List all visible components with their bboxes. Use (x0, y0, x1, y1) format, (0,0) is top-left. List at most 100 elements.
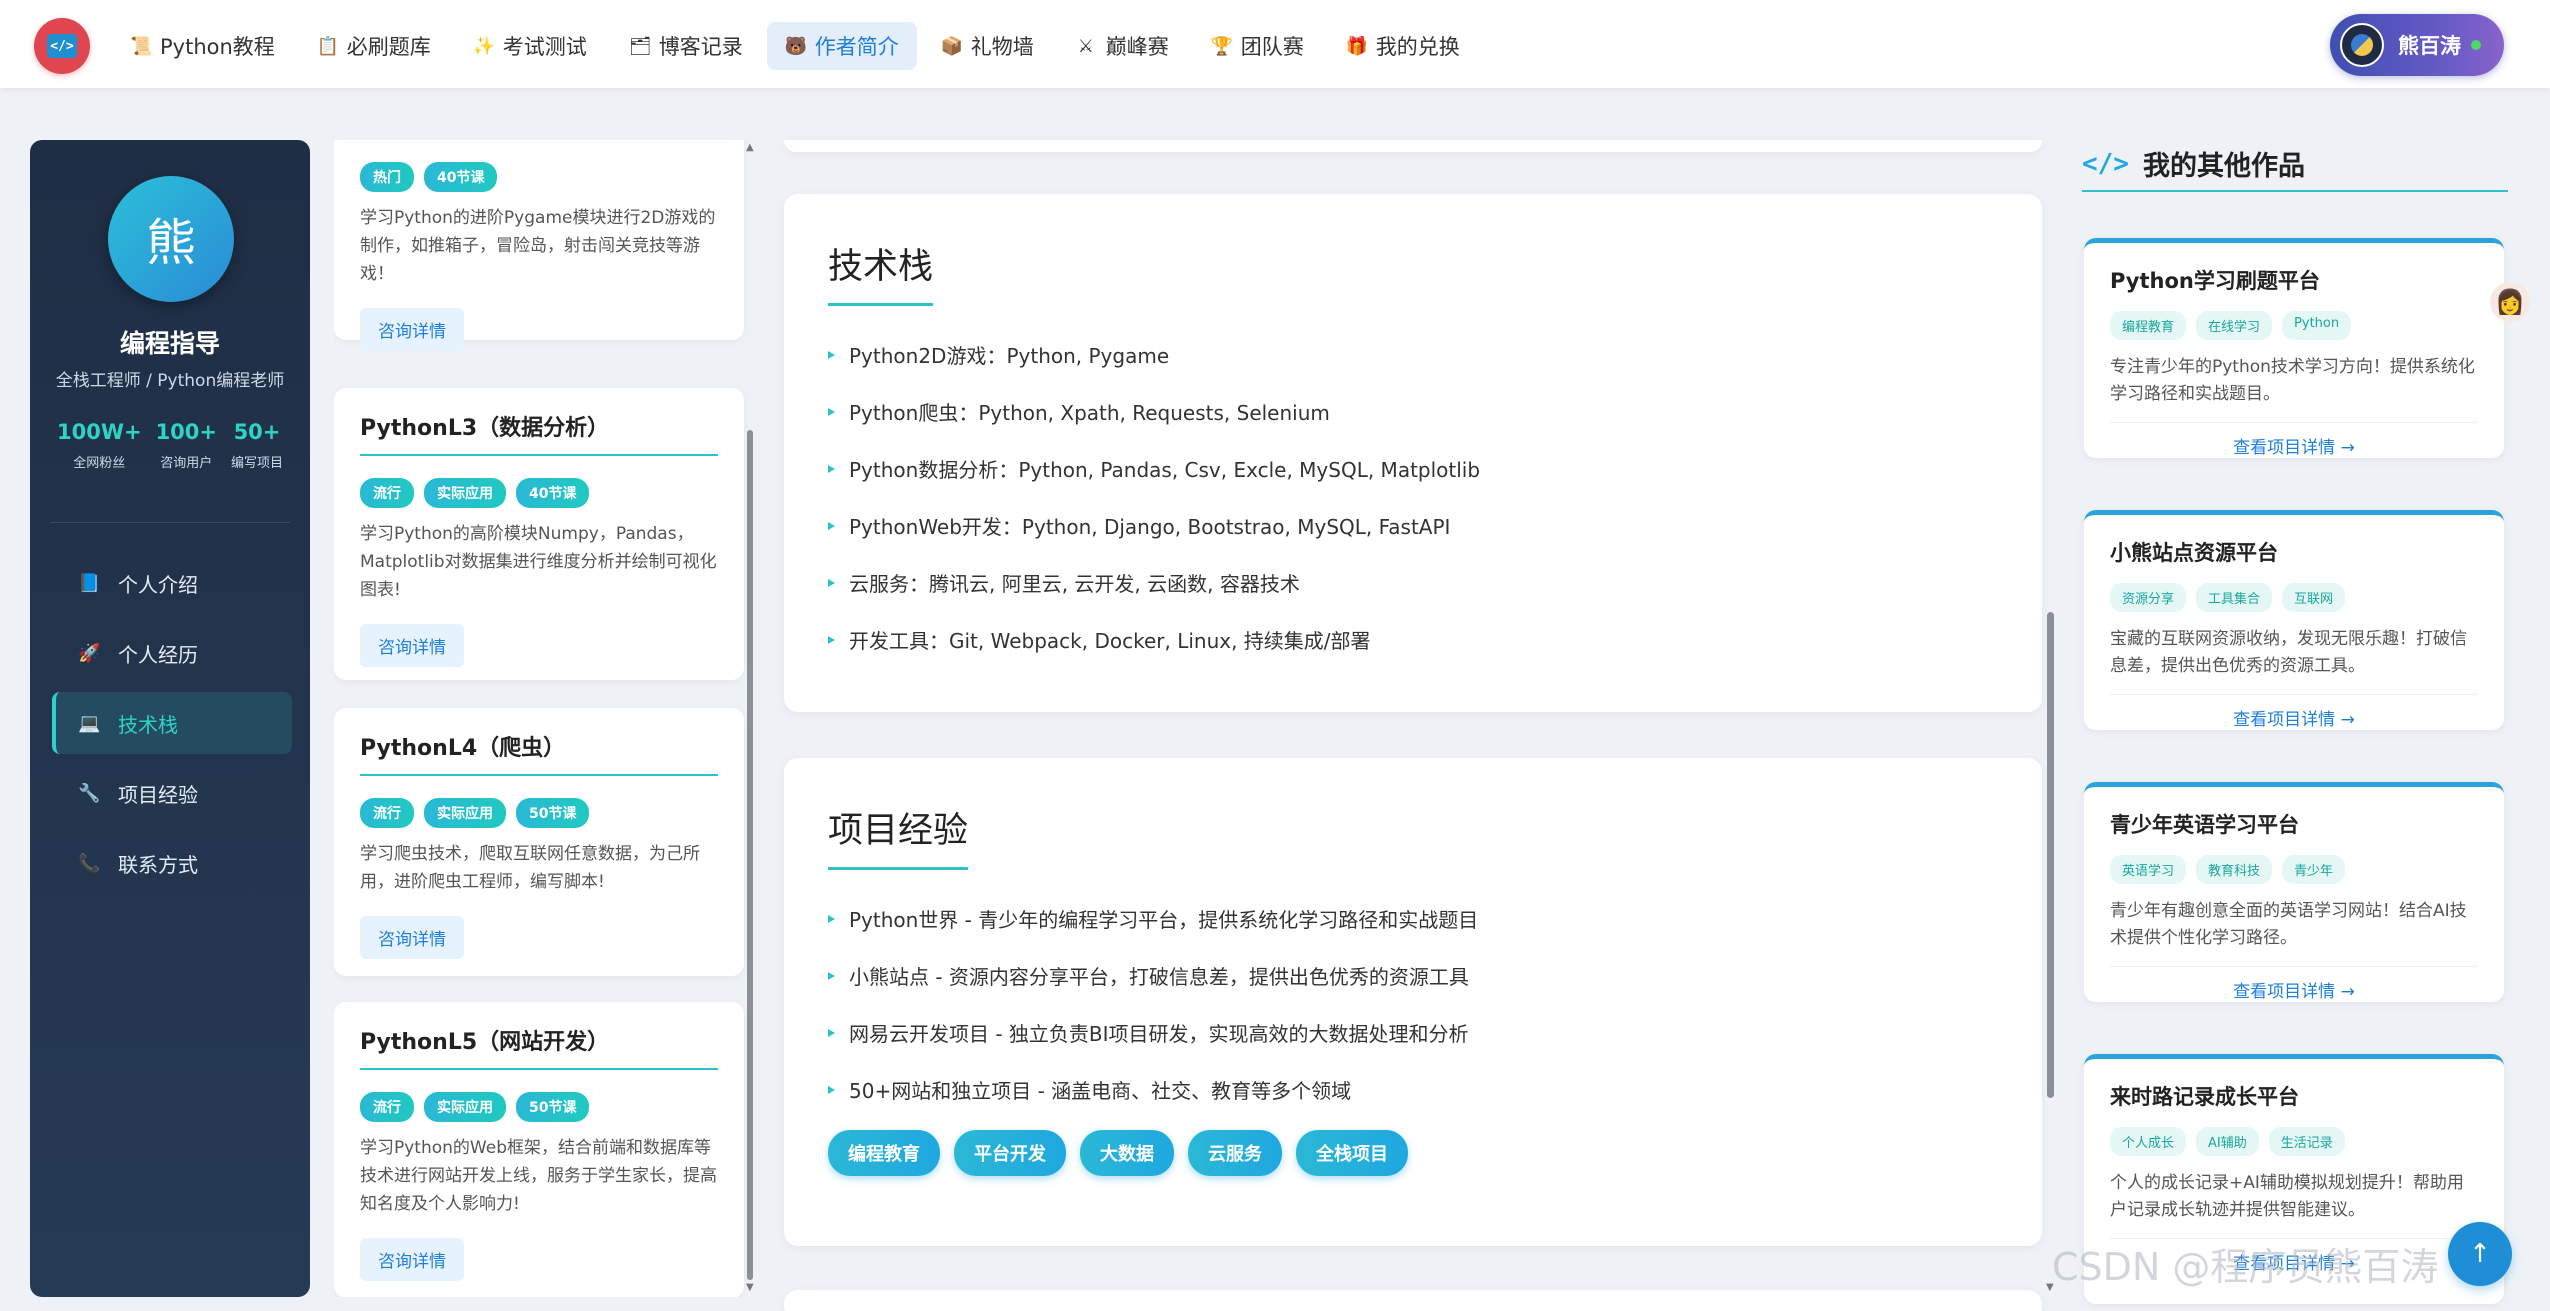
site-logo[interactable]: </> (34, 18, 90, 74)
nav-item-label: 作者简介 (814, 35, 899, 59)
divider (2110, 422, 2478, 423)
sidebar-item-experience[interactable]: 🚀 个人经历 (52, 622, 292, 684)
work-desc: 青少年有趣创意全面的英语学习网站！结合AI技术提供个性化学习路径。 (2110, 901, 2467, 948)
list-item: 网易云开发项目 - 独立负责BI项目研发，实现高效的大数据处理和分析 (828, 1004, 2042, 1061)
bullet-icon (828, 350, 835, 359)
tag: 全栈项目 (1296, 1130, 1408, 1176)
scroll-down-icon[interactable]: ▼ (746, 1282, 754, 1293)
swords-icon: ⚔ (1077, 35, 1094, 57)
csdn-watermark: CSDN @程序员熊百涛 (2052, 1245, 2439, 1289)
nav-item-gift-wall[interactable]: 📦 礼物墙 (923, 22, 1052, 70)
section-title: 项目经验 (828, 802, 969, 870)
work-title: 来时路记录成长平台 (2110, 1085, 2299, 1109)
consult-button[interactable]: 咨询详情 (360, 308, 464, 351)
nav-item-label: 我的兑换 (1375, 35, 1460, 59)
sidebar-item-label: 项目经验 (118, 782, 198, 807)
tag: 工具集合 (2196, 583, 2273, 612)
tag: 50节课 (516, 1092, 590, 1122)
course-scrollbar[interactable] (747, 430, 753, 1280)
user-profile-chip[interactable]: 熊百涛 (2330, 14, 2504, 76)
project-experience-card: 项目经验 Python世界 - 青少年的编程学习平台，提供系统化学习路径和实战题… (784, 758, 2042, 1246)
sparkle-icon: ✨ (472, 35, 496, 57)
sidebar-item-intro[interactable]: 📘 个人介绍 (52, 552, 292, 614)
course-card: PythonL4（爬虫） 流行 实际应用 50节课 学习爬虫技术，爬取互联网任意… (334, 708, 744, 976)
tag: 青少年 (2282, 855, 2346, 884)
python-icon (2351, 34, 2373, 56)
divider (2110, 966, 2478, 967)
nav-item-question-bank[interactable]: 📋 必刷题库 (299, 22, 449, 70)
list-item-text: Python2D游戏：Python, Pygame (849, 344, 1170, 368)
nav-item-label: 必刷题库 (346, 35, 431, 59)
scroll-up-icon[interactable]: ▲ (746, 142, 754, 153)
profile-title: 全栈工程师 / Python编程老师 (55, 371, 285, 391)
section-title: 技术栈 (828, 238, 934, 306)
nav-item-author[interactable]: 🐻 作者简介 (766, 22, 917, 70)
nav-item-blog[interactable]: 🗂 博客记录 (611, 22, 761, 70)
gift-icon: 🎁 (1345, 35, 1369, 57)
tag: 大数据 (1080, 1130, 1174, 1176)
view-project-link[interactable]: 查看项目详情 → (2110, 977, 2478, 1002)
sidebar-item-label: 个人经历 (118, 642, 198, 667)
project-tags: 编程教育 平台开发 大数据 云服务 全栈项目 (828, 1130, 2042, 1176)
tag: 英语学习 (2110, 855, 2187, 884)
nav-item-label: Python教程 (160, 35, 275, 59)
tag: 流行 (360, 478, 414, 508)
list-item-text: PythonWeb开发：Python, Django, Bootstrao, M… (849, 515, 1451, 539)
tag: 40节课 (424, 162, 498, 192)
stat-projects: 50+ 编写项目 (231, 420, 283, 471)
code-icon: </> (2082, 148, 2129, 179)
consult-button[interactable]: 咨询详情 (360, 916, 464, 959)
rocket-icon: 🚀 (78, 642, 101, 664)
list-item-text: Python爬虫：Python, Xpath, Requests, Seleni… (849, 401, 1330, 425)
sidebar-item-projects[interactable]: 🔧 项目经验 (52, 762, 292, 824)
list-item: Python数据分析：Python, Pandas, Csv, Excle, M… (828, 440, 2042, 497)
nav-menu: 📜 Python教程 📋 必刷题库 ✨ 考试测试 🗂 博客记录 🐻 作者简介 📦 礼物墙 ⚔… (112, 22, 1478, 70)
list-item: Python2D游戏：Python, Pygame (828, 326, 2042, 383)
tag: 在线学习 (2196, 311, 2273, 340)
work-title: 青少年英语学习平台 (2110, 813, 2299, 837)
tag: 实际应用 (424, 1092, 506, 1122)
stat-users: 100+ 咨询用户 (156, 420, 217, 471)
view-project-link[interactable]: 查看项目详情 → (2110, 433, 2478, 458)
tag: 互联网 (2282, 583, 2346, 612)
consult-button[interactable]: 咨询详情 (360, 624, 464, 667)
consult-button[interactable]: 咨询详情 (360, 1238, 464, 1281)
profile-name: 编程指导 (119, 329, 220, 358)
sidebar-item-contact[interactable]: 📞 联系方式 (52, 832, 292, 894)
list-item: 小熊站点 - 资源内容分享平台，打破信息差，提供出色优秀的资源工具 (828, 947, 2042, 1004)
work-tags: 个人成长 AI辅助 生活记录 (2110, 1127, 2478, 1156)
work-desc: 专注青少年的Python技术学习方向！提供系统化学习路径和实战题目。 (2110, 357, 2475, 404)
list-item: 云服务：腾讯云, 阿里云, 云开发, 云函数, 容器技术 (828, 554, 2042, 611)
code-icon: </> (47, 34, 77, 58)
list-item-text: 网易云开发项目 - 独立负责BI项目研发，实现高效的大数据处理和分析 (849, 1022, 1469, 1046)
list-item: 50+网站和独立项目 - 涵盖电商、社交、教育等多个领域 (828, 1061, 2042, 1118)
back-to-top-button[interactable]: ↑ (2448, 1222, 2512, 1286)
nav-item-team-match[interactable]: 🏆 团队赛 (1193, 22, 1322, 70)
nav-item-label: 博客记录 (658, 35, 743, 59)
avatar (2340, 23, 2384, 67)
other-works-header: </> 我的其他作品 (2082, 144, 2305, 183)
assistant-avatar[interactable]: 👩 (2490, 282, 2530, 322)
nav-item-redeem[interactable]: 🎁 我的兑换 (1328, 22, 1478, 70)
sidebar-item-tech-stack[interactable]: 💻 技术栈 (52, 692, 292, 754)
tag: 教育科技 (2196, 855, 2273, 884)
nav-item-peak-match[interactable]: ⚔ 巅峰赛 (1058, 22, 1187, 70)
nav-item-exam[interactable]: ✨ 考试测试 (455, 22, 605, 70)
nav-item-python-tutorial[interactable]: 📜 Python教程 (112, 22, 293, 70)
divider (2082, 190, 2508, 192)
bullet-icon (828, 464, 835, 473)
work-card: 小熊站点资源平台 资源分享 工具集合 互联网 宝藏的互联网资源收纳，发现无限乐趣… (2084, 510, 2504, 730)
view-project-link[interactable]: 查看项目详情 → (2110, 705, 2478, 730)
course-title: PythonL4（爬虫） (360, 708, 718, 776)
tag: 编程教育 (2110, 311, 2187, 340)
sidebar-item-label: 联系方式 (118, 852, 198, 877)
course-list: 热门 40节课 学习Python的进阶Pygame模块进行2D游戏的制作，如推箱… (334, 140, 750, 1297)
course-tags: 流行 实际应用 50节课 (360, 1092, 718, 1122)
content-scrollbar[interactable] (2047, 612, 2054, 1098)
stat-label: 全网粉丝 (73, 456, 126, 471)
bullet-icon (828, 914, 835, 923)
course-tags: 热门 40节课 (360, 162, 718, 192)
work-tags: 英语学习 教育科技 青少年 (2110, 855, 2478, 884)
profile-menu: 📘 个人介绍 🚀 个人经历 💻 技术栈 🔧 项目经验 📞 联系方式 (52, 552, 292, 902)
book-icon: 📘 (78, 572, 101, 594)
